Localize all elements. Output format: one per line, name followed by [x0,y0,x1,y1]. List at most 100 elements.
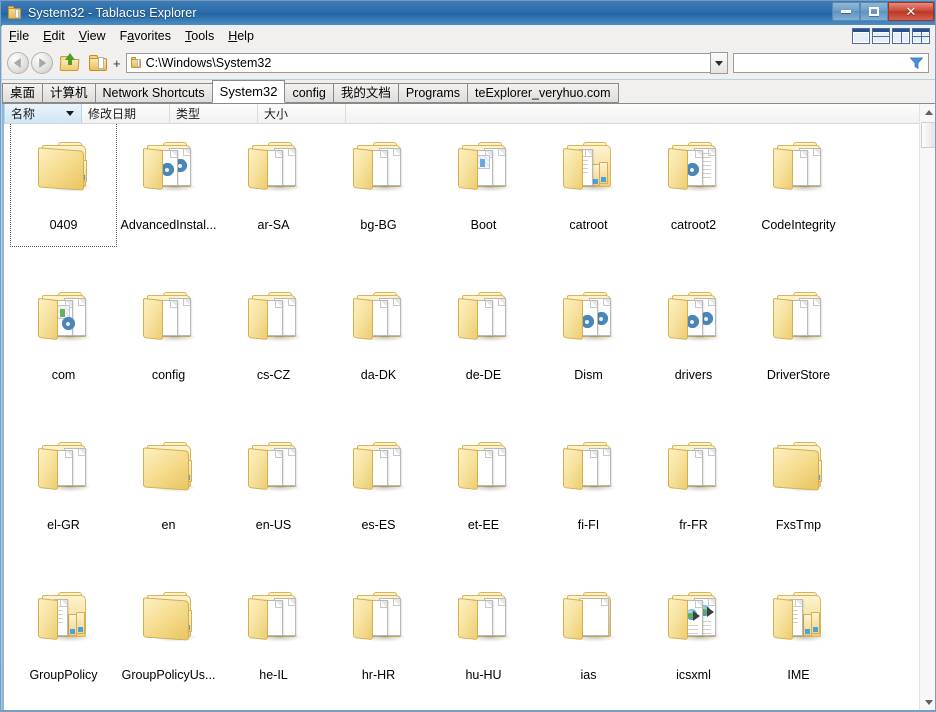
list-item[interactable]: he-IL [221,574,326,704]
tab-my-documents[interactable]: 我的文档 [332,83,399,103]
list-item[interactable]: catroot [536,124,641,254]
menu-item-edit[interactable]: Edit [36,27,72,45]
list-item[interactable]: IME [746,574,851,704]
address-text: C:\Windows\System32 [145,56,272,70]
list-item[interactable]: ar-SA [221,124,326,254]
filter-input[interactable] [733,53,929,73]
folder-icon [242,582,306,668]
list-item[interactable]: et-EE [431,424,536,554]
list-item[interactable]: FxsTmp [746,424,851,554]
pane-layout-single-button[interactable] [852,28,870,44]
folder-icon [452,282,516,368]
list-item-label: he-IL [259,668,288,682]
pane-layout-horizontal-button[interactable] [872,28,890,44]
forward-arrow-icon[interactable] [31,52,53,74]
folder-icon [347,432,411,518]
pane-layout-quad-button[interactable] [912,28,930,44]
tab-network-shortcuts[interactable]: Network Shortcuts [94,83,213,103]
scrollbar-thumb[interactable] [921,122,935,148]
column-header-type[interactable]: 类型 [170,104,258,123]
menu-item-view[interactable]: View [72,27,113,45]
folder-icon [347,132,411,218]
tab-programs[interactable]: Programs [397,83,469,103]
list-item[interactable]: catroot2 [641,124,746,254]
menu-item-file[interactable]: FFileile [2,27,36,45]
list-item[interactable]: GroupPolicy [11,574,116,704]
list-item-label: DriverStore [766,368,831,382]
column-header-name[interactable]: 名称 [4,104,82,123]
address-dropdown-button[interactable] [710,52,728,74]
folder-icon[interactable] [87,53,109,73]
list-item[interactable]: DriverStore [746,274,851,404]
list-item-label: bg-BG [360,218,397,232]
back-arrow-icon[interactable] [7,52,29,74]
tab-system32[interactable]: System32 [211,80,286,103]
list-item[interactable]: en [116,424,221,554]
list-item[interactable]: hr-HR [326,574,431,704]
open-folder-up-icon[interactable] [59,53,81,73]
list-item[interactable]: 0409 [10,124,117,247]
folder-icon [452,432,516,518]
folder-icon [767,282,831,368]
folder-icon [8,6,22,20]
tab-config[interactable]: config [284,83,334,103]
column-header-date-label: 修改日期 [88,107,137,121]
folder-icon [347,582,411,668]
list-item-label: catroot [569,218,608,232]
list-item-label: en [161,518,176,532]
address-input[interactable]: C:\Windows\System32 [125,53,711,73]
window-title: System32 - Tablacus Explorer [28,6,197,20]
list-item-label: drivers [674,368,713,382]
list-item[interactable]: de-DE [431,274,536,404]
list-item[interactable]: cs-CZ [221,274,326,404]
list-item[interactable]: icsxml [641,574,746,704]
list-item[interactable]: el-GR [11,424,116,554]
grid-row: GroupPolicy GroupPolicyUs... he-IL hr-HR… [4,574,922,711]
list-item[interactable]: bg-BG [326,124,431,254]
tab-teexplorer[interactable]: teExplorer_veryhuo.com [467,83,619,103]
list-item[interactable]: Dism [536,274,641,404]
list-item[interactable]: hu-HU [431,574,536,704]
list-item[interactable]: ias [536,574,641,704]
column-header-row: 名称 修改日期 类型 大小 [4,104,935,124]
minimize-button[interactable] [832,2,860,21]
folder-icon [137,132,201,218]
new-tab-plus-label[interactable]: + [113,56,121,71]
column-header-date[interactable]: 修改日期 [82,104,170,123]
list-item-label: icsxml [676,668,711,682]
list-item[interactable]: AdvancedInstal... [116,124,221,254]
menu-item-tools[interactable]: Tools [178,27,221,45]
list-item-label: AdvancedInstal... [120,218,217,232]
list-item-label: ias [580,668,597,682]
tab-desktop[interactable]: 桌面 [2,83,44,103]
menu-item-favorites[interactable]: Favorites [113,27,178,45]
list-item[interactable]: CodeIntegrity [746,124,851,254]
list-item[interactable]: fr-FR [641,424,746,554]
list-item[interactable]: config [116,274,221,404]
list-item-label: IME [787,668,810,682]
scroll-up-button[interactable] [920,104,935,121]
folder-icon [767,582,831,668]
folder-icon [557,582,621,668]
pane-layout-vertical-button[interactable] [892,28,910,44]
column-header-size[interactable]: 大小 [258,104,346,123]
list-item[interactable]: GroupPolicyUs... [116,574,221,704]
tab-computer[interactable]: 计算机 [42,83,96,103]
list-item[interactable]: es-ES [326,424,431,554]
list-item[interactable]: com [11,274,116,404]
vertical-scrollbar[interactable] [919,104,935,711]
list-item[interactable]: drivers [641,274,746,404]
maximize-button[interactable] [860,2,888,21]
list-item[interactable]: fi-FI [536,424,641,554]
list-item-label: 0409 [49,218,78,232]
list-item[interactable]: en-US [221,424,326,554]
funnel-icon[interactable] [910,57,923,70]
folder-icon [130,57,142,69]
list-item[interactable]: Boot [431,124,536,254]
list-item[interactable]: da-DK [326,274,431,404]
scroll-down-button[interactable] [920,694,935,711]
menu-item-help[interactable]: Help [221,27,261,45]
close-button[interactable]: ✕ [888,2,934,21]
folder-icon [662,432,726,518]
scroll-up-icon [924,110,933,115]
